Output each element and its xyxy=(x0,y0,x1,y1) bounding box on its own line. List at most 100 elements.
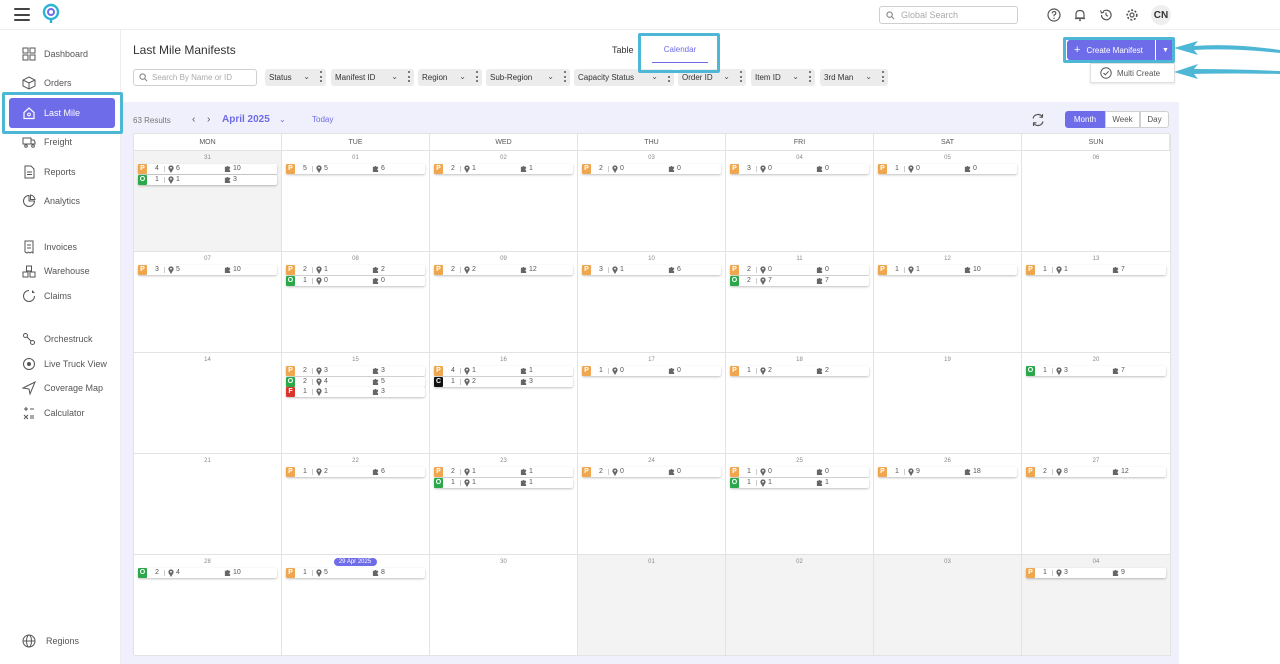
calendar-day-cell[interactable]: 09 P 2 2 12 xyxy=(430,252,578,353)
manifest-summary-bar[interactable]: O 2 4 10 xyxy=(138,568,277,578)
manifest-summary-bar[interactable]: P 2 2 12 xyxy=(434,265,573,275)
sidebar-item-calculator[interactable]: Calculator xyxy=(22,403,118,423)
calendar-day-cell[interactable]: 16 P 4 1 1 C 1 2 3 xyxy=(430,353,578,454)
more-vertical-icon[interactable] xyxy=(668,71,670,82)
manifest-summary-bar[interactable]: P 3 0 0 xyxy=(730,164,869,174)
manifest-summary-bar[interactable]: P 1 0 0 xyxy=(878,164,1017,174)
calendar-day-cell[interactable]: 01 xyxy=(578,555,726,656)
help-icon[interactable] xyxy=(1047,8,1061,22)
calendar-day-cell[interactable]: 13 P 1 1 7 xyxy=(1022,252,1171,353)
calendar-day-cell[interactable]: 21 xyxy=(134,454,282,555)
manifest-summary-bar[interactable]: P 1 5 8 xyxy=(286,568,425,578)
filter-chip-sub-region[interactable]: Sub-Region ⌄ xyxy=(486,69,570,86)
manifest-summary-bar[interactable]: P 2 0 0 xyxy=(730,265,869,275)
sidebar-item-warehouse[interactable]: Warehouse xyxy=(22,261,118,281)
calendar-day-cell[interactable]: 19 xyxy=(874,353,1022,454)
manifest-summary-bar[interactable]: O 1 3 7 xyxy=(1026,366,1166,376)
calendar-day-cell[interactable]: 08 P 2 1 2 O 1 0 0 xyxy=(282,252,430,353)
calendar-day-cell[interactable]: 06 xyxy=(1022,151,1171,252)
manifest-summary-bar[interactable]: O111 xyxy=(434,477,573,488)
global-search-input[interactable]: Global Search xyxy=(879,6,1018,24)
manifest-summary-bar[interactable]: O2 4 5 xyxy=(286,376,425,387)
manifest-summary-bar[interactable]: P 4 1 1 xyxy=(434,366,573,376)
view-day-button[interactable]: Day xyxy=(1140,111,1169,128)
filter-chip-order-id[interactable]: Order ID ⌄ xyxy=(678,69,746,86)
manifest-summary-bar[interactable]: P 1 1 10 xyxy=(878,265,1017,275)
calendar-day-cell[interactable]: 31 P 4 6 10 O 1 1 3 xyxy=(134,151,282,252)
history-icon[interactable] xyxy=(1099,8,1113,22)
calendar-day-cell[interactable]: 24 P 2 0 0 xyxy=(578,454,726,555)
gear-icon[interactable] xyxy=(1125,8,1139,22)
calendar-day-cell[interactable]: 02 P 2 1 1 xyxy=(430,151,578,252)
more-vertical-icon[interactable] xyxy=(882,71,884,82)
manifest-summary-bar[interactable]: P 1 1 7 xyxy=(1026,265,1166,275)
calendar-day-cell[interactable]: 29 Apr 2025 P 1 5 8 xyxy=(282,555,430,656)
calendar-day-cell[interactable]: 17 P 1 0 0 xyxy=(578,353,726,454)
manifest-summary-bar[interactable]: P 3 1 6 xyxy=(582,265,721,275)
refresh-icon[interactable] xyxy=(1030,112,1046,128)
manifest-summary-bar[interactable]: P 2 0 0 xyxy=(582,467,721,477)
manifest-summary-bar[interactable]: P 1 0 0 xyxy=(730,467,869,477)
calendar-day-cell[interactable]: 27 P 2 8 12 xyxy=(1022,454,1171,555)
manifest-summary-bar[interactable]: O2 7 7 xyxy=(730,275,869,286)
menu-icon[interactable] xyxy=(14,8,30,21)
tab-calendar[interactable]: Calendar xyxy=(648,41,712,65)
today-button[interactable]: Today xyxy=(312,115,333,124)
manifest-summary-bar[interactable]: P 1 2 2 xyxy=(730,366,869,376)
calendar-day-cell[interactable]: 23 P 2 1 1 O 1 1 1 xyxy=(430,454,578,555)
view-week-button[interactable]: Week xyxy=(1105,111,1140,128)
calendar-day-cell[interactable]: 15 P 2 3 3 O 2 4 5 F 1 1 3 xyxy=(282,353,430,454)
calendar-day-cell[interactable]: 05 P 1 0 0 xyxy=(874,151,1022,252)
create-manifest-button[interactable]: + Create Manifest xyxy=(1067,40,1155,60)
sidebar-item-freight[interactable]: Freight xyxy=(22,132,118,152)
chevron-down-icon[interactable]: ⌄ xyxy=(279,115,286,124)
bell-icon[interactable] xyxy=(1073,8,1087,22)
manifest-summary-bar[interactable]: P 1 2 6 xyxy=(286,467,425,477)
calendar-day-cell[interactable]: 26 P 1 9 18 xyxy=(874,454,1022,555)
calendar-day-cell[interactable]: 04 P 3 0 0 xyxy=(726,151,874,252)
more-vertical-icon[interactable] xyxy=(740,71,742,82)
manifest-search-input[interactable]: Search By Name or ID xyxy=(133,69,257,86)
sidebar-item-orders[interactable]: Orders xyxy=(22,73,118,93)
avatar[interactable]: CN xyxy=(1151,5,1171,25)
filter-chip-capacity-status[interactable]: Capacity Status ⌄ xyxy=(574,69,674,86)
manifest-summary-bar[interactable]: P 3 5 10 xyxy=(138,265,277,275)
more-vertical-icon[interactable] xyxy=(320,71,322,82)
calendar-day-cell[interactable]: 22 P 1 2 6 xyxy=(282,454,430,555)
more-vertical-icon[interactable] xyxy=(564,71,566,82)
filter-chip-3rd-man[interactable]: 3rd Man ⌄ xyxy=(820,69,888,86)
calendar-day-cell[interactable]: 02 xyxy=(726,555,874,656)
next-month-button[interactable]: › xyxy=(207,114,210,125)
calendar-day-cell[interactable]: 04 P 1 3 9 xyxy=(1022,555,1171,656)
manifest-summary-bar[interactable]: F 1 1 3 xyxy=(286,387,425,397)
manifest-summary-bar[interactable]: P 2 8 12 xyxy=(1026,467,1166,477)
calendar-day-cell[interactable]: 07 P 3 5 10 xyxy=(134,252,282,353)
multi-create-button[interactable]: Multi Create xyxy=(1090,63,1175,83)
manifest-summary-bar[interactable]: P 4 6 10 xyxy=(138,164,277,174)
calendar-day-cell[interactable]: 28 O 2 4 10 xyxy=(134,555,282,656)
manifest-summary-bar[interactable]: P 2 3 3 xyxy=(286,366,425,376)
calendar-day-cell[interactable]: 14 xyxy=(134,353,282,454)
sidebar-item-analytics[interactable]: Analytics xyxy=(22,191,118,211)
more-vertical-icon[interactable] xyxy=(809,71,811,82)
sidebar-item-live-truck-view[interactable]: Live Truck View xyxy=(22,354,118,374)
filter-chip-manifest-id[interactable]: Manifest ID ⌄ xyxy=(331,69,414,86)
manifest-summary-bar[interactable]: P 2 0 0 xyxy=(582,164,721,174)
manifest-summary-bar[interactable]: P 1 3 9 xyxy=(1026,568,1166,578)
filter-chip-status[interactable]: Status ⌄ xyxy=(265,69,326,86)
manifest-summary-bar[interactable]: O111 xyxy=(730,477,869,488)
calendar-day-cell[interactable]: 12 P 1 1 10 xyxy=(874,252,1022,353)
manifest-summary-bar[interactable]: P 5 5 6 xyxy=(286,164,425,174)
calendar-day-cell[interactable]: 01 P 5 5 6 xyxy=(282,151,430,252)
sidebar-item-last-mile[interactable]: Last Mile xyxy=(9,98,115,128)
calendar-day-cell[interactable]: 25 P 1 0 0 O 1 1 1 xyxy=(726,454,874,555)
manifest-summary-bar[interactable]: O1 0 0 xyxy=(286,275,425,286)
manifest-summary-bar[interactable]: P 2 1 1 xyxy=(434,467,573,477)
manifest-summary-bar[interactable]: P 2 1 2 xyxy=(286,265,425,275)
calendar-day-cell[interactable]: 03 xyxy=(874,555,1022,656)
filter-chip-region[interactable]: Region ⌄ xyxy=(418,69,482,86)
month-label[interactable]: April 2025 xyxy=(222,114,270,125)
sidebar-item-coverage-map[interactable]: Coverage Map xyxy=(22,378,118,398)
filter-chip-item-id[interactable]: Item ID ⌄ xyxy=(751,69,815,86)
regions-link[interactable]: Regions xyxy=(22,634,79,648)
